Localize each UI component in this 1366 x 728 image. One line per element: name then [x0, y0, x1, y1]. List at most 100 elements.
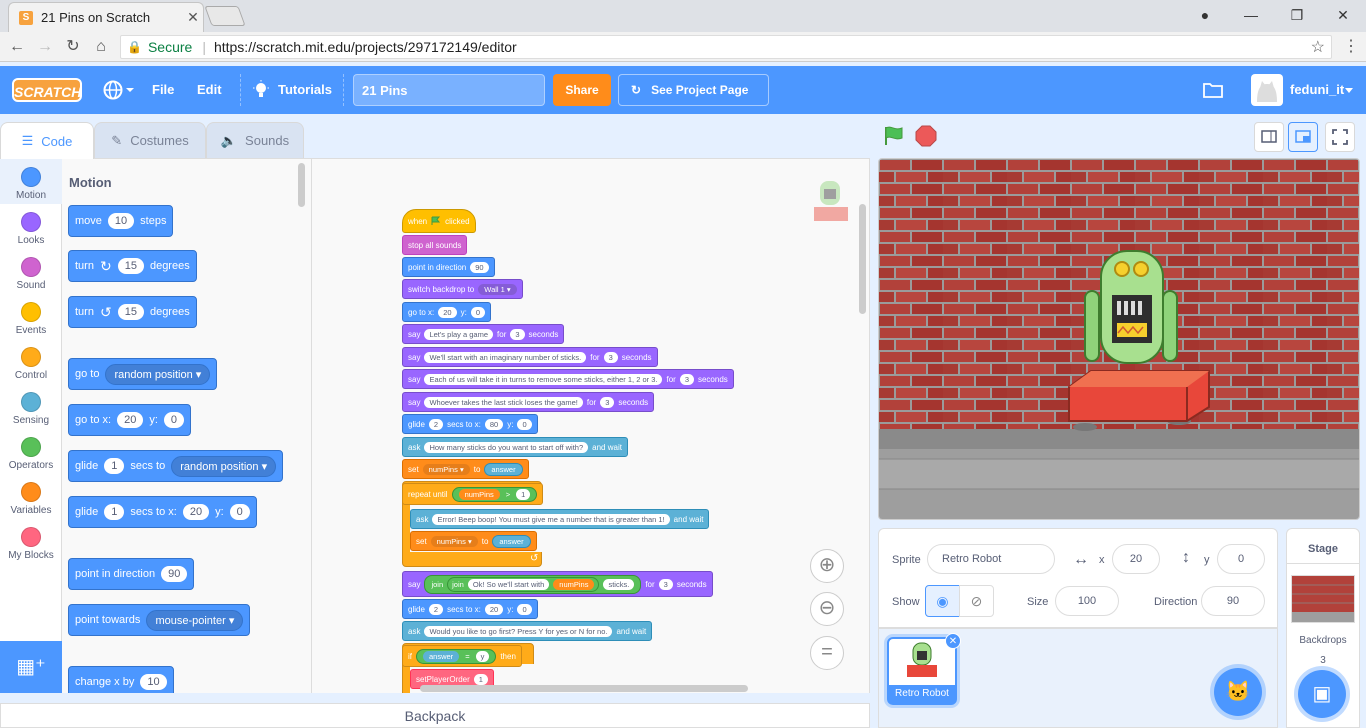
block-input[interactable]: 3 [510, 328, 525, 340]
block-input[interactable]: Error! Beep boop! You must give me a num… [432, 513, 670, 525]
block-input[interactable]: 3 [600, 396, 615, 408]
file-menu[interactable]: File [152, 66, 174, 114]
turn-left-block[interactable]: turn ↺ 15 degrees [68, 296, 197, 328]
if-then-block[interactable]: if answer = y then [402, 645, 522, 667]
back-icon[interactable]: ← [6, 36, 28, 58]
browser-menu-icon[interactable]: ⋮ [1340, 36, 1362, 58]
category-control[interactable]: Control [0, 339, 62, 384]
block-input[interactable]: 3 [679, 373, 694, 385]
block-input[interactable]: 90 [161, 566, 188, 582]
block-input[interactable]: 20 [438, 306, 457, 318]
block-input[interactable]: 3 [603, 351, 618, 363]
block-input[interactable]: Would you like to go first? Press Y for … [424, 625, 613, 637]
block-input[interactable]: 10 [107, 213, 135, 229]
y-field[interactable]: 0 [1217, 544, 1265, 574]
block-input[interactable]: 15 [117, 258, 144, 274]
category-events[interactable]: Events [0, 294, 62, 339]
sprite-tile-retro-robot[interactable]: ✕ Retro Robot [887, 633, 961, 705]
delete-sprite-icon[interactable]: ✕ [945, 633, 961, 649]
category-my-blocks[interactable]: My Blocks [0, 519, 62, 564]
scratch-logo[interactable]: SCRATCH [12, 78, 82, 102]
zoom-out-button[interactable]: ⊖ [810, 592, 844, 626]
answer-reporter[interactable]: answer [423, 650, 460, 662]
greater-than-operator[interactable]: numPins >1 [451, 486, 538, 502]
block-input[interactable]: 2 [428, 418, 444, 430]
my-stuff-folder-icon[interactable] [1202, 80, 1224, 100]
when-flag-clicked-block[interactable]: when clicked [402, 209, 476, 233]
home-icon[interactable]: ⌂ [90, 36, 112, 58]
go-to-xy-block[interactable]: go to x: 20 y: 0 [68, 404, 192, 436]
go-to-xy-block[interactable]: go to x: 20 y: 0 [402, 302, 491, 322]
block-input[interactable]: How many sticks do you want to start off… [424, 441, 589, 453]
ask-and-wait-block[interactable]: ask Would you like to go first? Press Y f… [402, 621, 653, 641]
tutorials-menu[interactable]: Tutorials [252, 66, 332, 114]
block-input[interactable]: 0 [517, 603, 532, 615]
repeat-until-block[interactable]: repeat until numPins >1 [402, 483, 544, 505]
say-join-block[interactable]: say join join Ok! So we'll start with numPin… [402, 571, 713, 597]
sprite-name-field[interactable]: Retro Robot [927, 544, 1055, 574]
block-input[interactable]: 20 [117, 412, 144, 428]
block-dropdown[interactable]: random position ▾ [171, 455, 277, 477]
answer-reporter[interactable]: answer [484, 462, 523, 476]
block-input[interactable]: 1 [104, 458, 125, 474]
block-input[interactable]: 3 [658, 578, 673, 590]
palette-scrollbar[interactable] [298, 163, 305, 207]
workspace-horizontal-scrollbar[interactable] [420, 685, 748, 692]
category-looks[interactable]: Looks [0, 204, 62, 249]
tab-sounds[interactable]: 🔈 Sounds [206, 122, 304, 158]
language-menu[interactable] [102, 66, 138, 114]
minimize-icon[interactable]: — [1228, 0, 1274, 30]
block-input[interactable]: 1 [104, 504, 125, 520]
point-towards-block[interactable]: point towards mouse-pointer ▾ [68, 604, 251, 636]
choose-backdrop-button[interactable]: ▣ [1298, 670, 1346, 718]
block-dropdown[interactable]: numPins ▾ [430, 535, 478, 547]
numpins-reporter[interactable]: numPins [458, 488, 500, 500]
tab-code[interactable]: ☰ Code [0, 122, 94, 159]
block-input[interactable]: 90 [470, 261, 489, 273]
block-input[interactable]: 0 [163, 412, 185, 428]
green-flag-button[interactable] [883, 125, 905, 147]
profile-icon[interactable]: ● [1182, 0, 1228, 30]
stop-all-sounds-block[interactable]: stop all sounds [402, 235, 468, 255]
block-input[interactable]: 1 [473, 673, 488, 685]
block-input[interactable]: Each of us will take it in turns to remo… [424, 373, 663, 385]
project-title-input[interactable]: 21 Pins [353, 74, 545, 106]
block-dropdown[interactable]: numPins ▾ [422, 463, 470, 475]
ask-and-wait-block[interactable]: ask Error! Beep boop! You must give me a … [410, 509, 710, 529]
close-window-icon[interactable]: ✕ [1320, 0, 1366, 30]
block-input[interactable]: 0 [517, 418, 532, 430]
block-input[interactable]: y [475, 650, 490, 662]
edit-menu[interactable]: Edit [197, 66, 222, 114]
answer-reporter[interactable]: answer [492, 534, 531, 548]
change-x-block[interactable]: change x by 10 [68, 666, 174, 693]
block-dropdown[interactable]: mouse-pointer ▾ [146, 609, 244, 631]
numpins-reporter[interactable]: numPins [553, 578, 595, 590]
restore-icon[interactable]: ❐ [1274, 0, 1320, 30]
point-in-direction-block[interactable]: point in direction 90 [402, 257, 495, 277]
x-field[interactable]: 20 [1112, 544, 1160, 574]
block-input[interactable]: 1 [516, 488, 531, 500]
say-for-secs-block[interactable]: say Let's play a game for 3 seconds [402, 324, 565, 344]
category-operators[interactable]: Operators [0, 429, 62, 474]
category-sensing[interactable]: Sensing [0, 384, 62, 429]
category-motion[interactable]: Motion [0, 159, 62, 204]
say-for-secs-block[interactable]: say We'll start with an imaginary number … [402, 347, 658, 367]
block-input[interactable]: 0 [229, 504, 250, 520]
turn-right-block[interactable]: turn ↻ 15 degrees [68, 250, 197, 282]
block-input[interactable]: 20 [182, 504, 210, 520]
point-in-direction-block[interactable]: point in direction 90 [68, 558, 195, 590]
reload-icon[interactable]: ↻ [62, 36, 84, 58]
block-input[interactable]: We'll start with an imaginary number of … [424, 351, 587, 363]
see-project-page-button[interactable]: ↻ See Project Page [618, 74, 769, 106]
workspace-vertical-scrollbar[interactable] [859, 204, 866, 314]
block-input[interactable]: 15 [117, 304, 144, 320]
category-variables[interactable]: Variables [0, 474, 62, 519]
join-operator-inner[interactable]: join Ok! So we'll start with numPins [447, 576, 600, 592]
say-for-secs-block[interactable]: say Each of us will take it in turns to r… [402, 369, 734, 389]
script-workspace[interactable]: when clicked stop all sounds point in di… [312, 158, 870, 693]
direction-field[interactable]: 90 [1201, 586, 1265, 616]
block-dropdown[interactable]: Wall 1 ▾ [478, 283, 517, 295]
show-sprite-eye-icon[interactable]: ◉ [925, 585, 960, 617]
glide-to-block[interactable]: glide 1 secs to random position ▾ [68, 450, 284, 482]
say-for-secs-block[interactable]: say Whoever takes the last stick loses th… [402, 392, 655, 412]
